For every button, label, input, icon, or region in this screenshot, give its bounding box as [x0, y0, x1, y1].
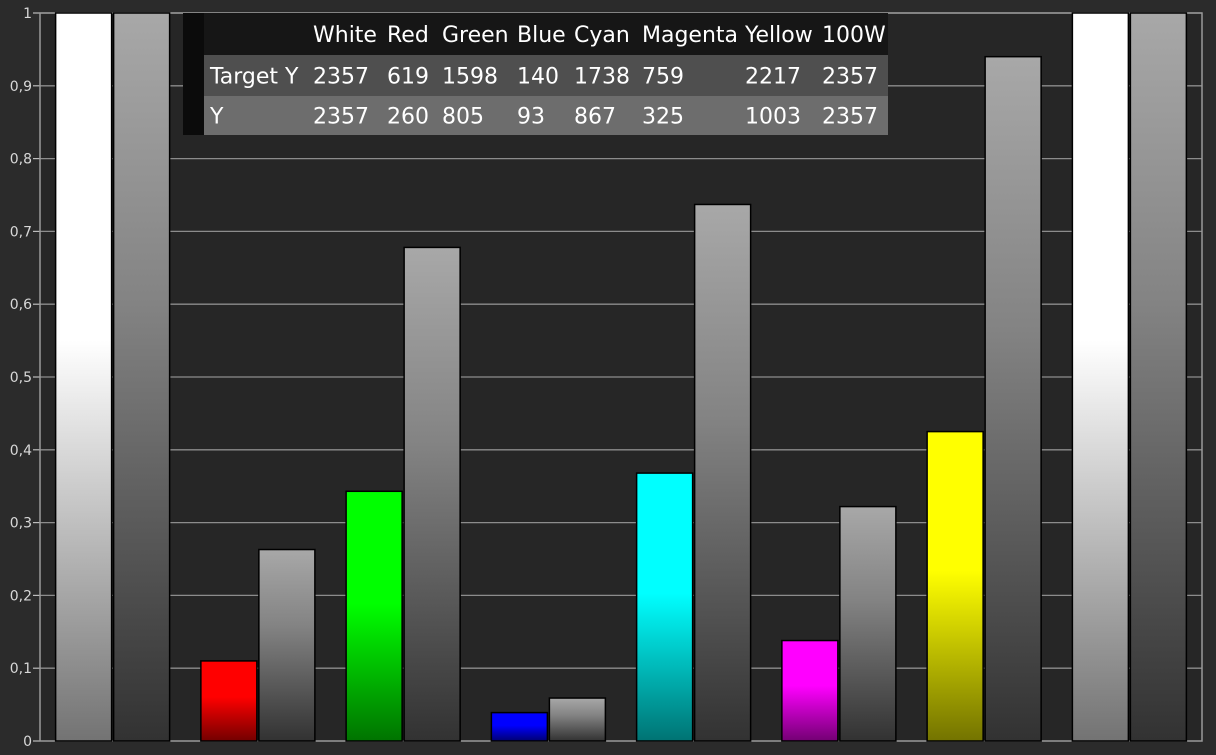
bar-measured-yellow — [926, 430, 984, 742]
bar-reference-red — [258, 548, 316, 742]
y-tick-label: 1 — [23, 6, 32, 22]
luminance-bar-chart: 0 0,1 0,2 0,3 0,4 0,5 0,6 0,7 0,8 0,9 1 White Red Gre… — [0, 0, 1216, 755]
bar-reference-100w — [1129, 12, 1188, 742]
table-cell: 325 — [642, 105, 684, 130]
table-header-cell: Blue — [517, 23, 566, 48]
table-cell: 1738 — [574, 65, 630, 90]
table-cell: 1598 — [442, 65, 498, 90]
table-cell: 2357 — [822, 65, 878, 90]
bar-reference-green — [403, 246, 461, 742]
y-tick-label: 0,5 — [10, 370, 32, 386]
y-tick-label: 0,9 — [10, 79, 32, 95]
bar-measured-100w — [1071, 12, 1130, 742]
bar-measured-white — [54, 12, 113, 742]
bar-measured-blue — [490, 711, 549, 742]
table-header-cell: White — [313, 23, 377, 48]
table-header-cell: Magenta — [642, 23, 738, 48]
y-tick-label: 0,3 — [10, 516, 32, 532]
table-header-cell: Green — [442, 23, 509, 48]
bar-reference-blue — [548, 697, 607, 742]
table-cell: Target Y — [209, 65, 299, 90]
table-header-cell: Cyan — [574, 23, 630, 48]
bar-reference-cyan — [693, 203, 752, 742]
table-cell: 140 — [517, 65, 559, 90]
table-cell: 260 — [387, 105, 429, 130]
y-tick-label: 0,6 — [10, 297, 32, 313]
y-tick-label: 0,7 — [10, 224, 32, 240]
table-cell: 2357 — [313, 105, 369, 130]
table-header-cell: Red — [387, 23, 429, 48]
table-cell: 867 — [574, 105, 616, 130]
table-cell: 805 — [442, 105, 484, 130]
bar-measured-cyan — [635, 472, 694, 742]
table-cell: Y — [209, 105, 224, 130]
y-tick-label: 0,2 — [10, 588, 32, 604]
bar-reference-magenta — [839, 505, 897, 742]
bar-reference-white — [112, 12, 171, 742]
y-tick-label: 0,8 — [10, 152, 32, 168]
table-cell: 2217 — [745, 65, 801, 90]
table-header-cell: 100W — [822, 23, 886, 48]
table-cell: 759 — [642, 65, 684, 90]
table-cell: 2357 — [822, 105, 878, 130]
table-header-cell: Yellow — [744, 23, 813, 48]
bar-reference-yellow — [984, 55, 1042, 742]
table-cell: 2357 — [313, 65, 369, 90]
bar-measured-red — [200, 660, 258, 742]
table-cell: 93 — [517, 105, 545, 130]
chart-svg: 0 0,1 0,2 0,3 0,4 0,5 0,6 0,7 0,8 0,9 1 White Red Gre… — [10, 6, 1203, 750]
bar-measured-magenta — [781, 639, 839, 742]
y-tick-label: 0,4 — [10, 443, 32, 459]
y-tick-label: 0 — [23, 734, 32, 750]
table-cell: 619 — [387, 65, 429, 90]
table-row-header-strip — [183, 13, 204, 135]
bar-measured-green — [345, 490, 403, 742]
y-tick-label: 0,1 — [10, 661, 32, 677]
table-cell: 1003 — [745, 105, 801, 130]
